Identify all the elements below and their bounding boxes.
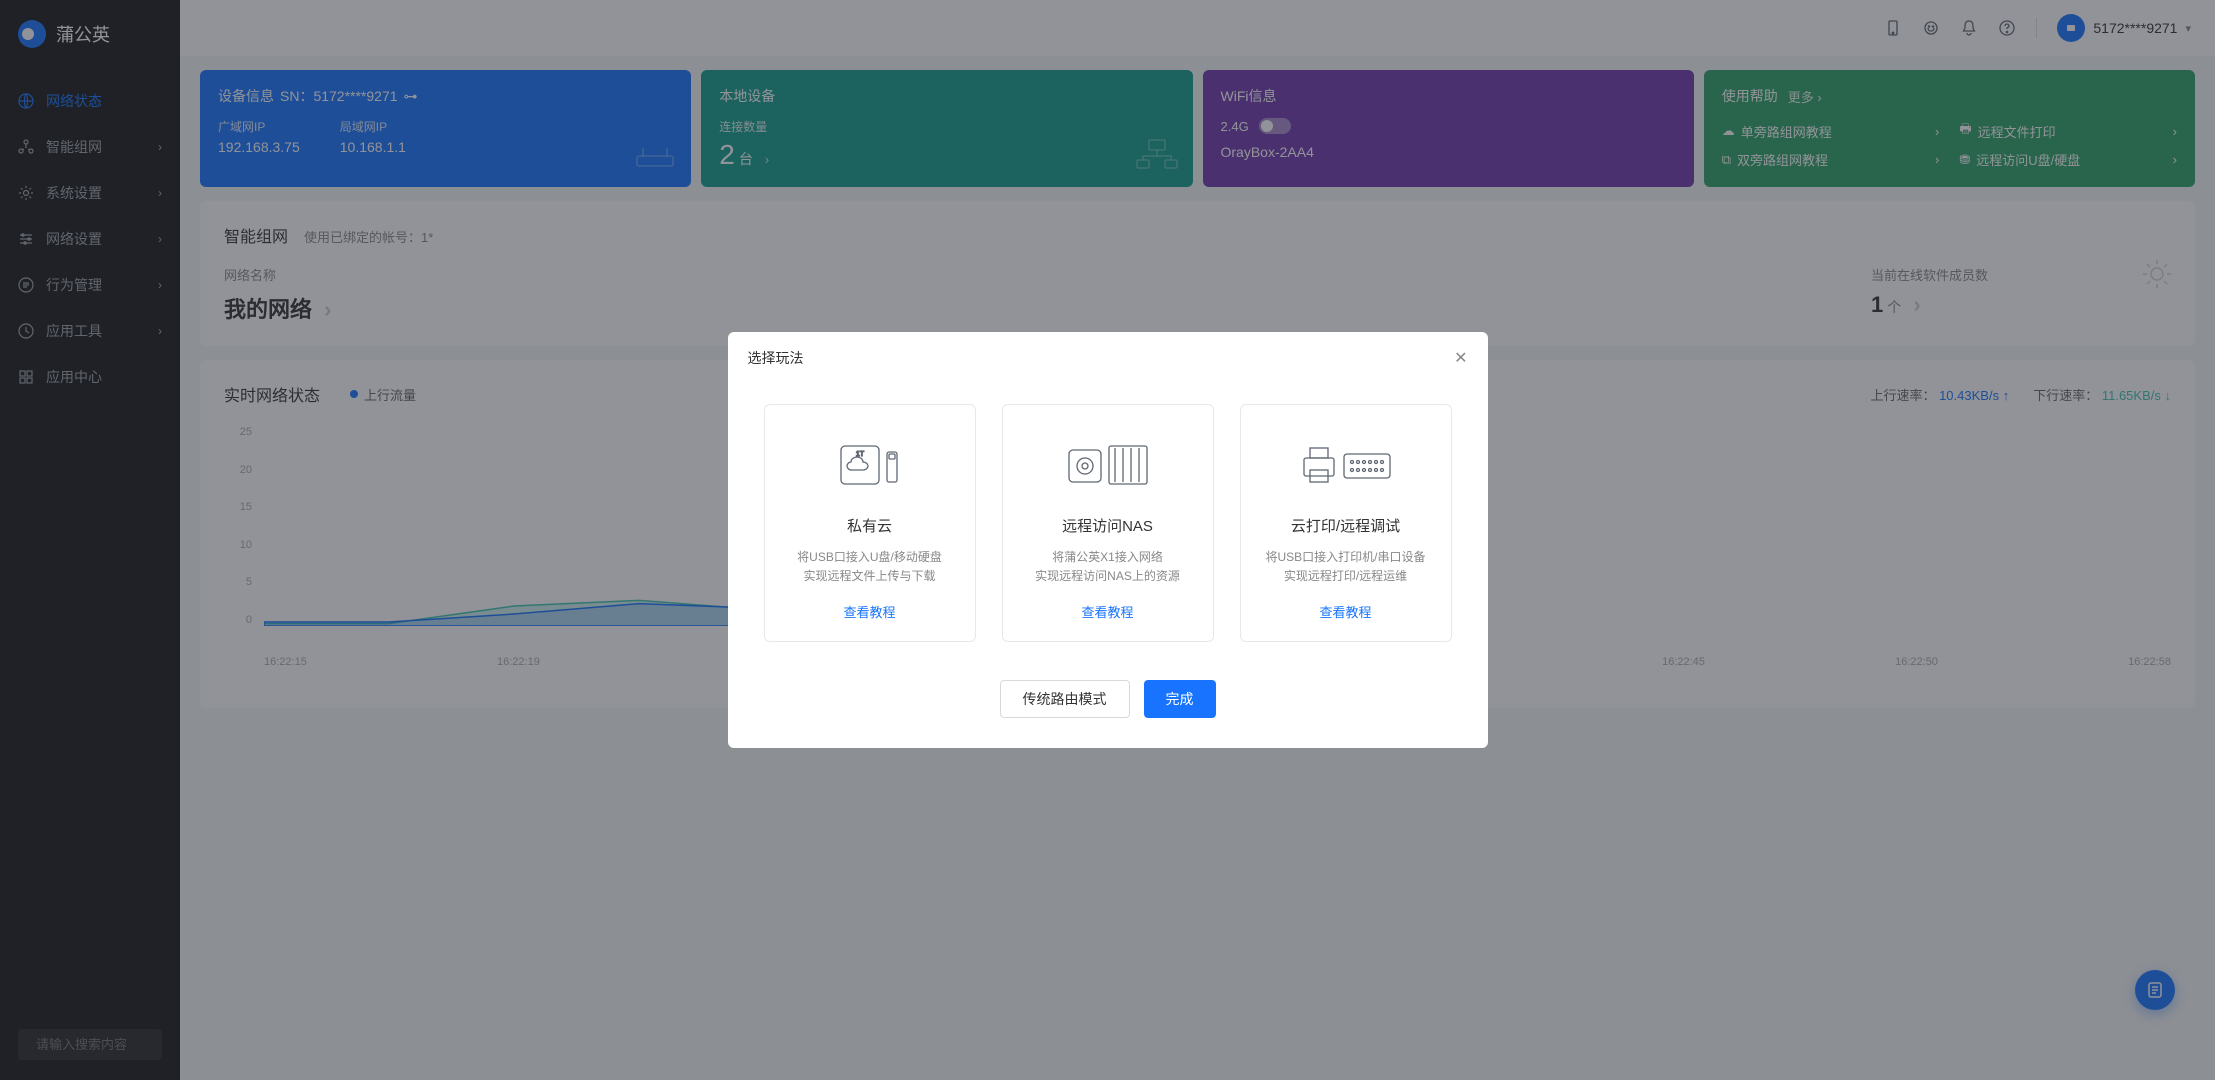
option-desc: 实现远程访问NAS上的资源 <box>1019 567 1197 586</box>
btn-traditional-mode[interactable]: 传统路由模式 <box>1000 680 1130 718</box>
option-desc: 将USB口接入U盘/移动硬盘 <box>781 548 959 567</box>
btn-done[interactable]: 完成 <box>1144 680 1216 718</box>
option-private-cloud[interactable]: 1T 私有云 将USB口接入U盘/移动硬盘 实现远程文件上传与下载 查看教程 <box>764 404 976 642</box>
option-tutorial-link[interactable]: 查看教程 <box>1019 602 1197 621</box>
option-desc: 实现远程文件上传与下载 <box>781 567 959 586</box>
printer-remote-icon <box>1257 435 1435 495</box>
option-desc: 将蒲公英X1接入网络 <box>1019 548 1197 567</box>
option-remote-nas[interactable]: 远程访问NAS 将蒲公英X1接入网络 实现远程访问NAS上的资源 查看教程 <box>1002 404 1214 642</box>
modal: 选择玩法 ✕ 1T 私有云 <box>728 332 1488 748</box>
close-icon[interactable]: ✕ <box>1454 348 1467 368</box>
option-tutorial-link[interactable]: 查看教程 <box>781 602 959 621</box>
option-title: 远程访问NAS <box>1019 515 1197 536</box>
modal-title: 选择玩法 <box>748 348 804 368</box>
option-title: 私有云 <box>781 515 959 536</box>
option-desc: 将USB口接入打印机/串口设备 <box>1257 548 1435 567</box>
option-title: 云打印/远程调试 <box>1257 515 1435 536</box>
nas-icon <box>1019 435 1197 495</box>
option-desc: 实现远程打印/远程运维 <box>1257 567 1435 586</box>
option-tutorial-link[interactable]: 查看教程 <box>1257 602 1435 621</box>
option-cloud-print[interactable]: 云打印/远程调试 将USB口接入打印机/串口设备 实现远程打印/远程运维 查看教… <box>1240 404 1452 642</box>
cloud-storage-icon: 1T <box>781 435 959 495</box>
modal-overlay: 选择玩法 ✕ 1T 私有云 <box>0 0 2215 1080</box>
